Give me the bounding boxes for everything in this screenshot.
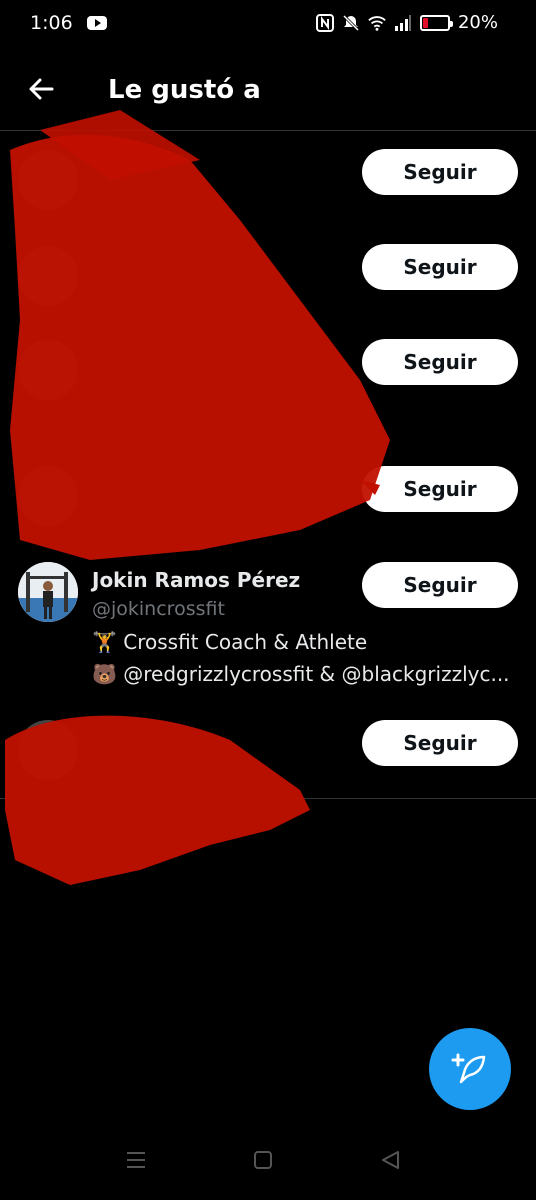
user-row[interactable]: Seguir — [0, 140, 536, 230]
battery-percent: 20% — [457, 12, 498, 33]
avatar-photo — [18, 562, 78, 622]
user-handle: @jokincrossfit — [92, 598, 225, 620]
nfc-icon — [315, 13, 334, 32]
follow-button[interactable]: Seguir — [362, 244, 518, 290]
arrow-left-icon[interactable] — [26, 74, 56, 104]
user-bio-line: 🏋️ Crossfit Coach & Athlete — [92, 630, 368, 654]
list-divider — [0, 798, 536, 799]
mute-icon — [342, 14, 360, 31]
battery-icon — [419, 14, 453, 31]
user-row[interactable]: Jokin Ramos Pérez @jokincrossfit 🏋️ Cros… — [0, 554, 536, 704]
compose-button[interactable] — [429, 1028, 511, 1110]
avatar[interactable] — [18, 340, 78, 400]
menu-lines-icon[interactable] — [125, 1150, 147, 1170]
triangle-back-icon[interactable] — [380, 1150, 400, 1170]
status-time: 1:06 — [30, 12, 73, 34]
wifi-icon — [368, 15, 386, 31]
user-row[interactable]: Seguir — [0, 236, 536, 326]
status-icons: 20% — [315, 12, 498, 33]
follow-button[interactable]: Seguir — [362, 149, 518, 195]
user-bio-line: 🐻 @redgrizzlycrossfit & @blackgrizzlyc..… — [92, 662, 510, 686]
avatar[interactable] — [18, 562, 78, 622]
square-icon[interactable] — [253, 1150, 273, 1170]
follow-button[interactable]: Seguir — [362, 720, 518, 766]
signal-icon — [394, 14, 411, 31]
user-name: Jokin Ramos Pérez — [92, 568, 301, 592]
compose-tweet-icon — [451, 1053, 486, 1084]
avatar[interactable] — [18, 466, 78, 526]
follow-button[interactable]: Seguir — [362, 562, 518, 608]
user-row[interactable]: Seguir — [0, 456, 536, 552]
page-title: Le gustó a — [108, 75, 261, 105]
top-app-bar: Le gustó a — [0, 48, 536, 131]
avatar[interactable] — [18, 150, 78, 210]
user-row[interactable]: Seguir — [0, 330, 536, 450]
status-bar: 1:06 20% — [0, 0, 536, 48]
user-row[interactable]: Seguir — [0, 712, 536, 798]
follow-button[interactable]: Seguir — [362, 466, 518, 512]
avatar[interactable] — [18, 720, 78, 780]
youtube-icon — [87, 16, 107, 30]
avatar[interactable] — [18, 246, 78, 306]
follow-button[interactable]: Seguir — [362, 339, 518, 385]
